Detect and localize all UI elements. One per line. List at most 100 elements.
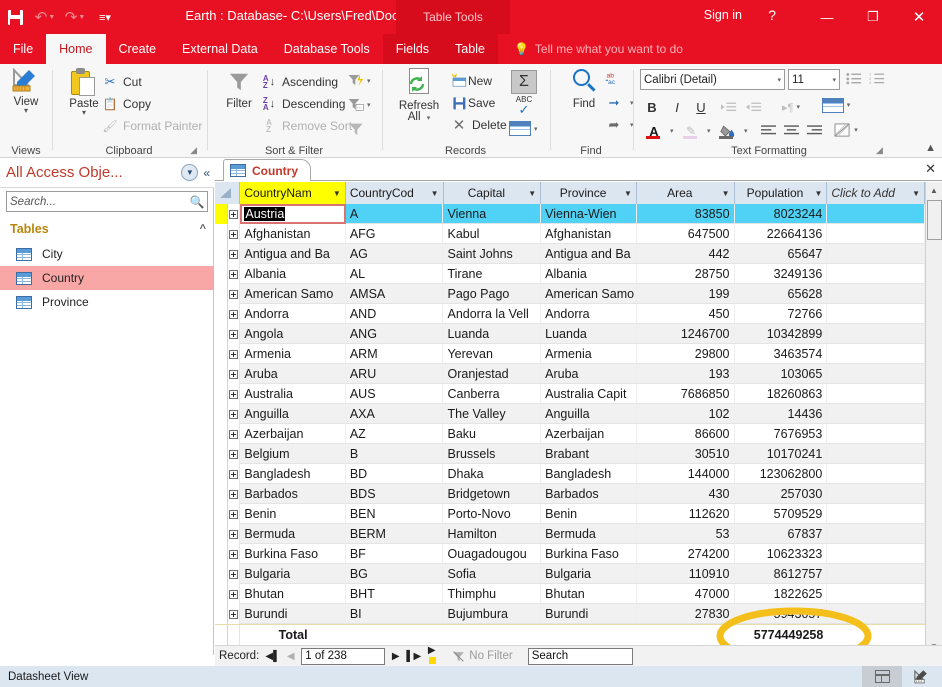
cell-name[interactable]: Belgium <box>240 444 346 464</box>
cell-code[interactable]: AND <box>345 304 444 324</box>
cell-population[interactable]: 5709529 <box>734 504 828 524</box>
cell-name[interactable]: Austria <box>240 204 346 224</box>
table-row[interactable]: Aruba ARU Oranjestad Aruba 193 103065 <box>215 364 925 384</box>
expand-row-button[interactable] <box>228 304 241 324</box>
datasheet-view-button[interactable] <box>862 666 902 687</box>
table-row[interactable]: Afghanistan AFG Kabul Afghanistan 647500 2266… <box>215 224 925 244</box>
cell-click-to-add[interactable] <box>827 364 925 384</box>
expand-row-button[interactable] <box>228 544 241 564</box>
cell-population[interactable]: 65647 <box>734 244 828 264</box>
expand-row-button[interactable] <box>228 444 241 464</box>
align-right-button[interactable] <box>804 121 824 141</box>
cell-population[interactable]: 22664136 <box>734 224 828 244</box>
cell-capital[interactable]: Kabul <box>443 224 542 244</box>
cell-code[interactable]: ARM <box>345 344 444 364</box>
expand-row-button[interactable] <box>228 384 241 404</box>
text-highlight-button[interactable]: ✎ <box>679 121 703 141</box>
view-button[interactable]: View ▾ <box>0 67 53 115</box>
cell-capital[interactable]: Oranjestad <box>443 364 542 384</box>
cell-capital[interactable]: Yerevan <box>443 344 542 364</box>
cell-area[interactable]: 47000 <box>636 584 735 604</box>
search-input[interactable]: Search <box>527 647 633 665</box>
advanced-dropdown-icon[interactable]: ▾ <box>367 77 371 85</box>
table-row[interactable]: Barbados BDS Bridgetown Barbados 430 257030 <box>215 484 925 504</box>
cell-click-to-add[interactable] <box>827 384 925 404</box>
cell-population[interactable]: 65628 <box>734 284 828 304</box>
chevron-down-icon[interactable]: ▼ <box>431 189 439 198</box>
cell-population[interactable]: 18260863 <box>734 384 828 404</box>
shutter-bar-close-icon[interactable]: « <box>203 166 210 180</box>
cell-population[interactable]: 14436 <box>734 404 828 424</box>
close-document-icon[interactable]: ✕ <box>925 161 936 177</box>
column-header-province[interactable]: Province ▼ <box>541 182 637 204</box>
text-highlight-dropdown-icon[interactable]: ▾ <box>707 127 711 135</box>
font-name-combo[interactable]: Calibri (Detail) ▾ <box>640 69 785 90</box>
cell-area[interactable]: 83850 <box>636 204 735 224</box>
undo-dropdown-icon[interactable]: ▼ <box>48 14 55 21</box>
redo-button[interactable]: ↷ ▼ <box>60 2 90 32</box>
cell-name[interactable]: Afghanistan <box>240 224 346 244</box>
cell-province[interactable]: Armenia <box>541 344 637 364</box>
go-to-button[interactable]: ➞ ▾ <box>605 95 634 111</box>
cell-name[interactable]: Australia <box>240 384 346 404</box>
expand-row-button[interactable] <box>228 204 241 224</box>
cell-area[interactable]: 1246700 <box>636 324 735 344</box>
cell-province[interactable]: Afghanistan <box>541 224 637 244</box>
expand-row-button[interactable] <box>228 364 241 384</box>
cell-population[interactable]: 257030 <box>734 484 828 504</box>
row-selector[interactable] <box>215 384 228 404</box>
column-header-area[interactable]: Area ▼ <box>636 182 735 204</box>
cell-capital[interactable]: Ouagadougou <box>443 544 542 564</box>
cell-population[interactable]: 8612757 <box>734 564 828 584</box>
cell-capital[interactable]: The Valley <box>443 404 542 424</box>
cell-area[interactable]: 647500 <box>636 224 735 244</box>
more-records-dropdown-icon[interactable]: ▾ <box>534 125 538 133</box>
cell-capital[interactable]: Saint Johns <box>443 244 542 264</box>
row-selector[interactable] <box>215 564 228 584</box>
cell-code[interactable]: BF <box>345 544 444 564</box>
cell-capital[interactable]: Thimphu <box>443 584 542 604</box>
cell-province[interactable]: Burundi <box>541 604 637 624</box>
text-formatting-dialog-launcher[interactable]: ◢ <box>876 145 883 156</box>
cell-area[interactable]: 27830 <box>636 604 735 624</box>
table-row[interactable]: Armenia ARM Yerevan Armenia 29800 3463574 <box>215 344 925 364</box>
cell-code[interactable]: AMSA <box>345 284 444 304</box>
next-record-icon[interactable]: ▶ <box>388 651 403 662</box>
cell-province[interactable]: Bangladesh <box>541 464 637 484</box>
row-selector[interactable] <box>215 404 228 424</box>
customize-qat-button[interactable]: ≡▾ <box>90 2 120 32</box>
column-header-countryname[interactable]: CountryNam ▼ <box>240 182 346 204</box>
delete-record-button[interactable]: ✕ Delete ▾ <box>450 117 514 134</box>
tab-external-data[interactable]: External Data <box>169 34 271 64</box>
cell-province[interactable]: Brabant <box>541 444 637 464</box>
cell-population[interactable]: 3463574 <box>734 344 828 364</box>
spelling-button[interactable]: ABC ✓ <box>510 96 538 117</box>
cell-code[interactable]: BD <box>345 464 444 484</box>
cell-province[interactable]: Andorra <box>541 304 637 324</box>
cell-capital[interactable]: Baku <box>443 424 542 444</box>
cell-province[interactable]: Albania <box>541 264 637 284</box>
expand-row-button[interactable] <box>228 224 241 244</box>
expand-row-button[interactable] <box>228 584 241 604</box>
save-button[interactable] <box>0 2 30 32</box>
increase-indent-button[interactable] <box>719 97 739 117</box>
save-record-button[interactable]: Save <box>450 95 495 111</box>
row-selector[interactable] <box>215 604 228 624</box>
cell-name[interactable]: Antigua and Ba <box>240 244 346 264</box>
more-records-button[interactable]: ▾ <box>509 121 538 136</box>
cell-area[interactable]: 430 <box>636 484 735 504</box>
row-selector[interactable] <box>215 344 228 364</box>
cell-click-to-add[interactable] <box>827 584 925 604</box>
text-direction-button[interactable]: ▸¶ ▾ <box>774 97 808 117</box>
numbering-button[interactable]: 1 2 3 <box>867 68 887 88</box>
table-row[interactable]: Andorra AND Andorra la Vell Andorra 450 72766 <box>215 304 925 324</box>
copy-button[interactable]: 📋 Copy <box>101 96 152 112</box>
cell-name[interactable]: Bhutan <box>240 584 346 604</box>
chevron-up-icon[interactable]: ^ <box>200 223 206 235</box>
cell-population[interactable]: 5943057 <box>734 604 828 624</box>
expand-row-button[interactable] <box>228 284 241 304</box>
cell-province[interactable]: Burkina Faso <box>541 544 637 564</box>
cell-click-to-add[interactable] <box>827 284 925 304</box>
cell-province[interactable]: Azerbaijan <box>541 424 637 444</box>
cell-capital[interactable]: Bridgetown <box>443 484 542 504</box>
